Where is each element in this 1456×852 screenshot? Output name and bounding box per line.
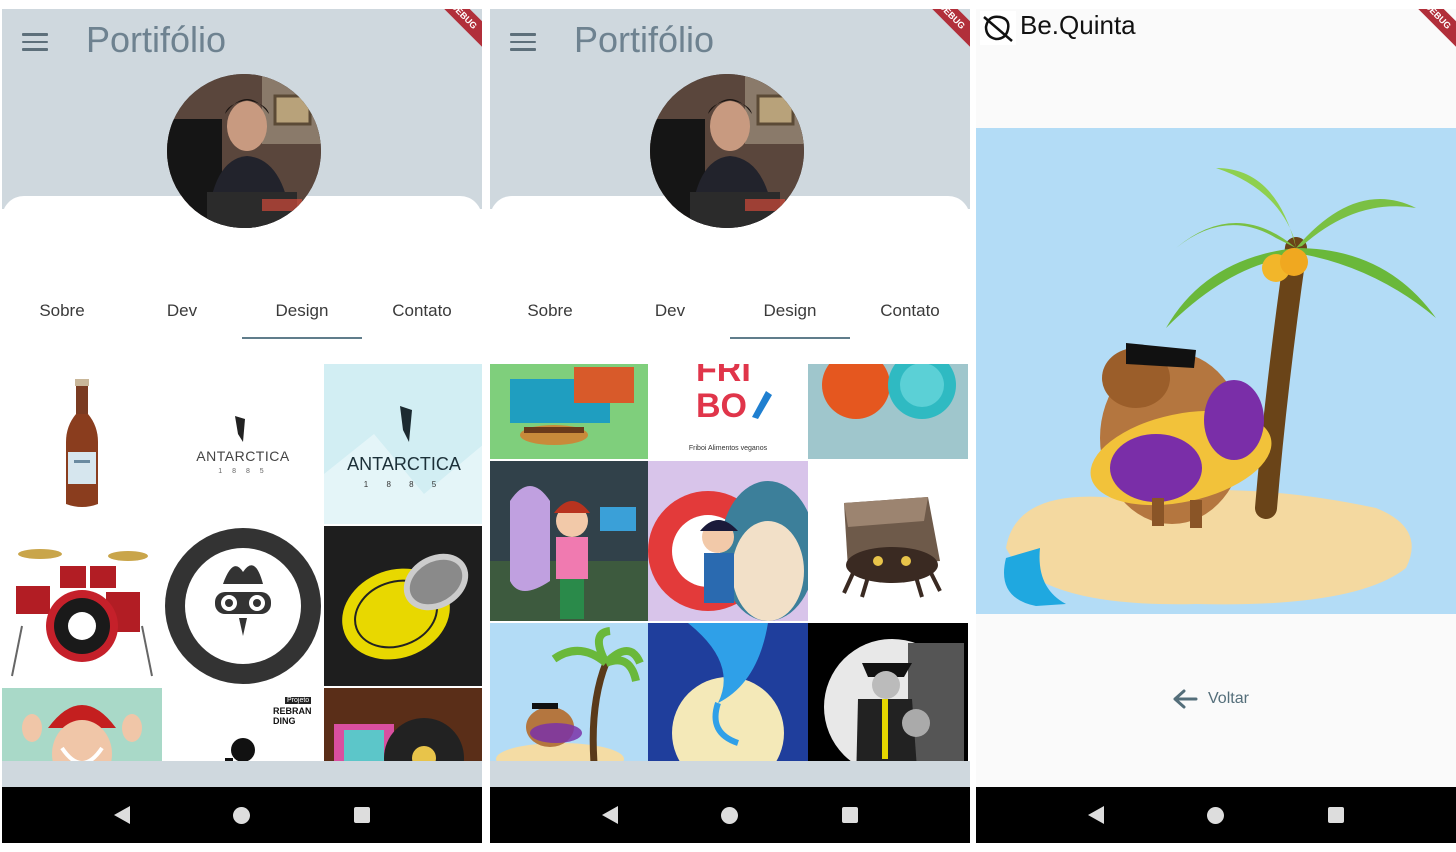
tab-contato[interactable]: Contato [850,297,970,341]
bottom-strip [490,761,970,787]
tab-design[interactable]: Design [242,297,362,341]
antarctica-wordmark: ANTARCTICA [196,448,290,464]
antarctica-year: 1 8 8 5 [218,468,268,475]
svg-text:BO: BO [696,387,747,425]
screen-portfolio-1: Portifólio DEBUG Sobre Dev Design Contat… [2,9,482,843]
tab-contato[interactable]: Contato [362,297,482,341]
android-navbar [2,787,482,843]
antarctica-logo-blue-tile[interactable]: ANTARCTICA 1 8 8 5 [324,364,482,524]
sadia-badge-tile[interactable] [163,526,323,686]
nav-recents-icon[interactable] [354,807,371,823]
profile-avatar [650,74,804,228]
noir-detective-tile[interactable] [808,623,968,761]
tab-bar: Sobre Dev Design Contato [2,297,482,341]
artwork-image[interactable] [976,128,1456,614]
burger-box-tile[interactable] [490,364,650,459]
page-title: Portifólio [86,19,227,60]
back-button[interactable]: Voltar [1172,689,1249,709]
friboi-caption: Friboi Alimentos veganos [688,445,768,452]
svg-text:FRI: FRI [696,364,751,389]
pokemon-snorlax-tile[interactable] [648,461,808,621]
app-title: Be.Quinta [1020,10,1136,40]
tab-dev[interactable]: Dev [610,297,730,341]
android-navbar [490,787,970,843]
antarctica-year: 1 8 8 5 [363,480,445,489]
rock-crab-tile[interactable] [808,461,968,621]
capybara-island-tile[interactable] [490,623,650,761]
vinyl-record-tile[interactable] [324,688,482,761]
arrow-back-icon [1173,689,1198,709]
screen-portfolio-2: Portifólio DEBUG Sobre Dev Design Contat… [490,9,970,843]
screen-design-detail: Be.Quinta DEBUG Voltar [976,9,1456,843]
friboi-logo-tile[interactable]: FRI BO Friboi Alimentos veganos [648,364,808,459]
nav-back-icon[interactable] [601,806,618,824]
profile-avatar [167,74,321,228]
nav-home-icon[interactable] [1207,806,1225,824]
moon-dragon-tile[interactable] [648,623,808,761]
sadia-button-yellow-tile[interactable] [324,526,482,686]
tab-sobre[interactable]: Sobre [490,297,610,341]
app-bar: Be.Quinta [976,9,1456,45]
back-label: Voltar [1208,690,1249,707]
nav-recents-icon[interactable] [1328,807,1345,823]
beer-bottle-tile[interactable] [2,364,162,524]
nav-back-icon[interactable] [1087,806,1104,824]
drum-kit-tile[interactable] [2,526,162,686]
nav-home-icon[interactable] [233,806,251,824]
tab-design[interactable]: Design [730,297,850,341]
rebranding-tile[interactable]: Projeto REBRAN DING [163,688,323,761]
tab-bar: Sobre Dev Design Contato [490,297,970,341]
design-grid: ANTARCTICA 1 8 8 5 ANTARCTICA 1 8 8 5 Pr… [2,364,482,761]
antarctica-wordmark: ANTARCTICA [347,454,461,474]
antarctica-logo-white-tile[interactable]: ANTARCTICA 1 8 8 5 [163,364,323,524]
android-navbar [976,787,1456,843]
page-title: Portifólio [574,19,715,60]
menu-icon[interactable] [510,33,536,51]
nav-recents-icon[interactable] [842,807,859,823]
anime-trainer-tile[interactable] [490,461,650,621]
plates-tile[interactable] [808,364,968,459]
design-grid: FRI BO Friboi Alimentos veganos [490,364,970,761]
brand-logo-icon [980,11,1016,45]
tab-sobre[interactable]: Sobre [2,297,122,341]
menu-icon[interactable] [22,33,48,51]
tab-dev[interactable]: Dev [122,297,242,341]
nav-home-icon[interactable] [721,806,739,824]
nav-back-icon[interactable] [113,806,130,824]
red-hat-girl-tile[interactable] [2,688,162,761]
bottom-strip [2,761,482,787]
